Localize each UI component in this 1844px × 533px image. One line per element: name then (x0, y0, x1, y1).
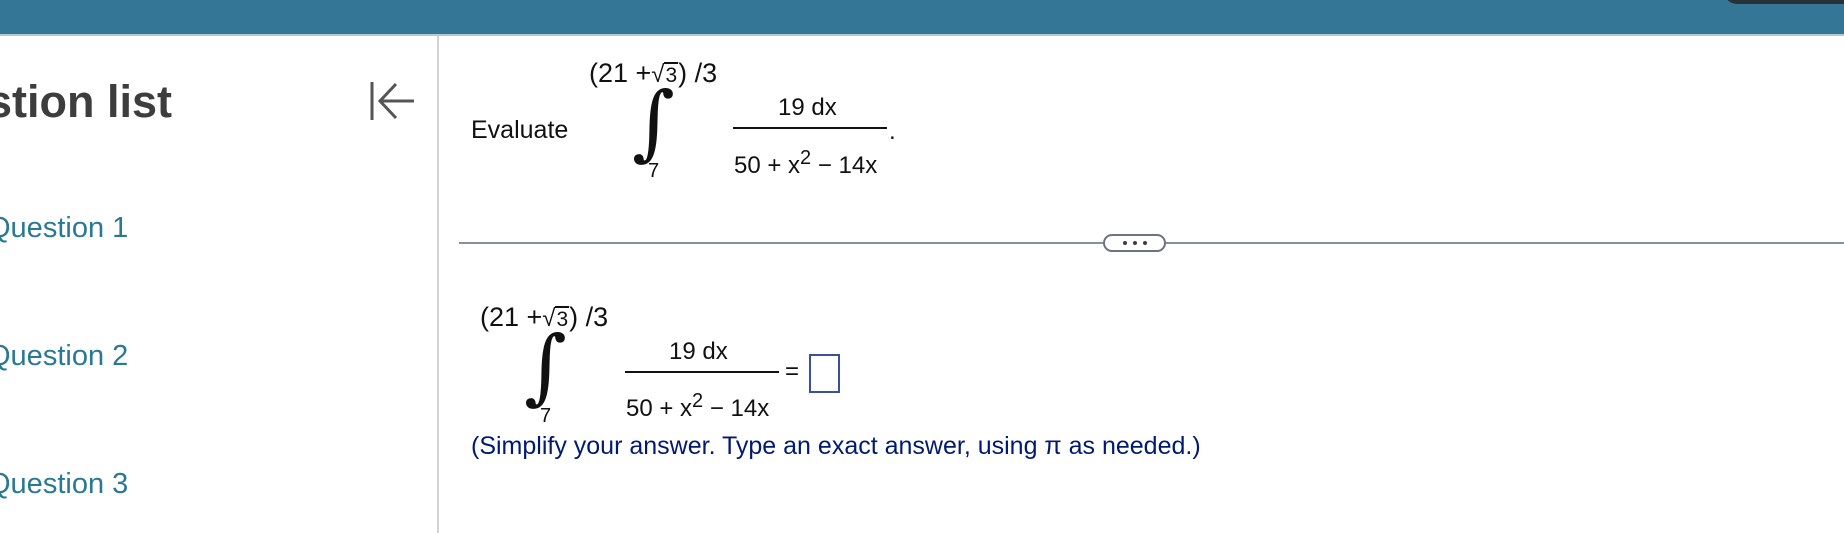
numerator: 19 dx (778, 94, 837, 121)
topbar-button[interactable] (1724, 0, 1844, 4)
question-1-link[interactable]: Question 1 (0, 212, 128, 245)
answer-fraction-bar (625, 371, 779, 373)
denominator: 50 + x2 − 14x (734, 147, 878, 179)
top-bar (0, 0, 1844, 36)
answer-denominator: 50 + x2 − 14x (626, 390, 770, 422)
answer-hint: (Simplify your answer. Type an exact ans… (471, 432, 1201, 460)
answer-lower-limit: 7 (540, 405, 552, 427)
answer-integral-sign-icon: ∫ (524, 319, 567, 414)
sidebar-title: estion list (0, 76, 173, 127)
equals-sign: = (785, 358, 800, 385)
answer-input[interactable] (809, 354, 840, 393)
more-options-icon[interactable] (1103, 234, 1166, 252)
question-2-link[interactable]: Question 2 (0, 340, 128, 373)
question-3-link[interactable]: Question 3 (0, 468, 128, 501)
period: . (889, 118, 896, 145)
integral-sign-icon: ∫ (632, 75, 675, 170)
question-list-sidebar: estion list Question 1 Question 2 Questi… (0, 36, 439, 533)
collapse-sidebar-icon[interactable] (366, 76, 416, 126)
answer-numerator: 19 dx (669, 338, 728, 365)
fraction-bar (733, 127, 887, 129)
lower-limit: 7 (648, 160, 660, 182)
evaluate-label: Evaluate (471, 116, 569, 144)
